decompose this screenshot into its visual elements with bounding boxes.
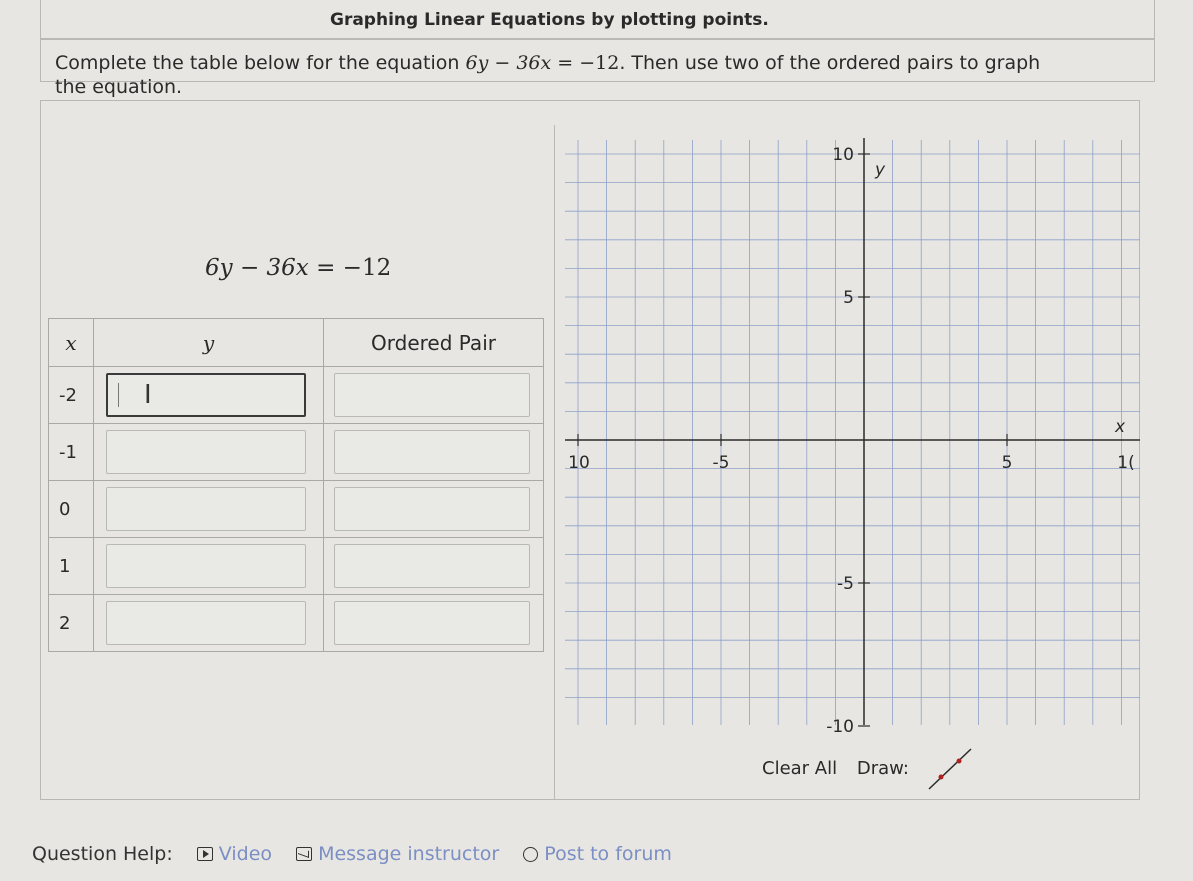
draw-label: Draw: bbox=[856, 758, 909, 779]
x-value: -2 bbox=[48, 366, 94, 424]
x-tick-label: 10 bbox=[568, 453, 590, 473]
ordered-pair-input[interactable] bbox=[334, 487, 530, 531]
x-value: 1 bbox=[48, 537, 94, 595]
instructions: Complete the table below for the equatio… bbox=[55, 52, 1041, 74]
x-tick-label: -5 bbox=[713, 453, 730, 473]
x-value: 0 bbox=[48, 480, 94, 538]
video-icon bbox=[196, 847, 213, 861]
y-input[interactable] bbox=[106, 601, 306, 645]
y-input[interactable] bbox=[106, 487, 306, 531]
text-caret bbox=[118, 383, 119, 407]
coordinate-graph[interactable]: 10 -5 5 1( 10 5 -5 -10 x y bbox=[565, 130, 1145, 740]
x-axis-label: x bbox=[1114, 417, 1126, 437]
page-title: Graphing Linear Equations by plotting po… bbox=[330, 10, 769, 30]
speech-bubble-icon bbox=[523, 847, 539, 862]
y-tick-label: -5 bbox=[837, 574, 854, 594]
instructions-line2: the equation. bbox=[55, 76, 183, 98]
y-input[interactable] bbox=[106, 373, 306, 417]
ibeam-cursor-icon: I bbox=[144, 380, 152, 410]
post-to-forum-link[interactable]: Post to forum bbox=[544, 843, 672, 865]
clear-all-button[interactable]: Clear All bbox=[762, 758, 837, 779]
y-input[interactable] bbox=[106, 544, 306, 588]
graph-controls: Clear All Draw: bbox=[762, 758, 923, 779]
y-tick-label: 10 bbox=[832, 145, 854, 165]
x-value: -1 bbox=[48, 423, 94, 481]
y-input[interactable] bbox=[106, 430, 306, 474]
ordered-pair-input[interactable] bbox=[334, 430, 530, 474]
ordered-pair-input[interactable] bbox=[334, 544, 530, 588]
header-ordered-pair: Ordered Pair bbox=[323, 318, 544, 367]
question-help-label: Question Help: bbox=[32, 843, 173, 865]
header-y: y bbox=[93, 318, 324, 367]
x-tick-label: 5 bbox=[1002, 453, 1013, 473]
table-row: -1 bbox=[48, 423, 544, 481]
equation-display: 6y − 36x = −12 bbox=[205, 255, 392, 281]
line-draw-tool-icon[interactable] bbox=[925, 745, 975, 793]
table-row: 1 bbox=[48, 537, 544, 595]
table-row: -2 I bbox=[48, 366, 544, 424]
header-x: x bbox=[48, 318, 94, 367]
table-row: 0 bbox=[48, 480, 544, 538]
question-help: Question Help: Video Message instructor … bbox=[32, 843, 672, 865]
table-header-row: x y Ordered Pair bbox=[48, 318, 544, 367]
x-tick-label: 1( bbox=[1117, 453, 1134, 473]
message-instructor-link[interactable]: Message instructor bbox=[318, 843, 499, 865]
x-value: 2 bbox=[48, 594, 94, 652]
video-link[interactable]: Video bbox=[219, 843, 272, 865]
y-tick-label: 5 bbox=[843, 288, 854, 308]
envelope-icon bbox=[296, 847, 313, 861]
y-tick-label: -10 bbox=[826, 717, 854, 737]
table-row: 2 bbox=[48, 594, 544, 652]
prompt-equation: 6y − 36x = −12 bbox=[465, 52, 620, 74]
ordered-pair-input[interactable] bbox=[334, 373, 530, 417]
values-table: x y Ordered Pair -2 I -1 0 1 2 bbox=[48, 318, 544, 652]
ordered-pair-input[interactable] bbox=[334, 601, 530, 645]
y-axis-label: y bbox=[874, 160, 886, 180]
